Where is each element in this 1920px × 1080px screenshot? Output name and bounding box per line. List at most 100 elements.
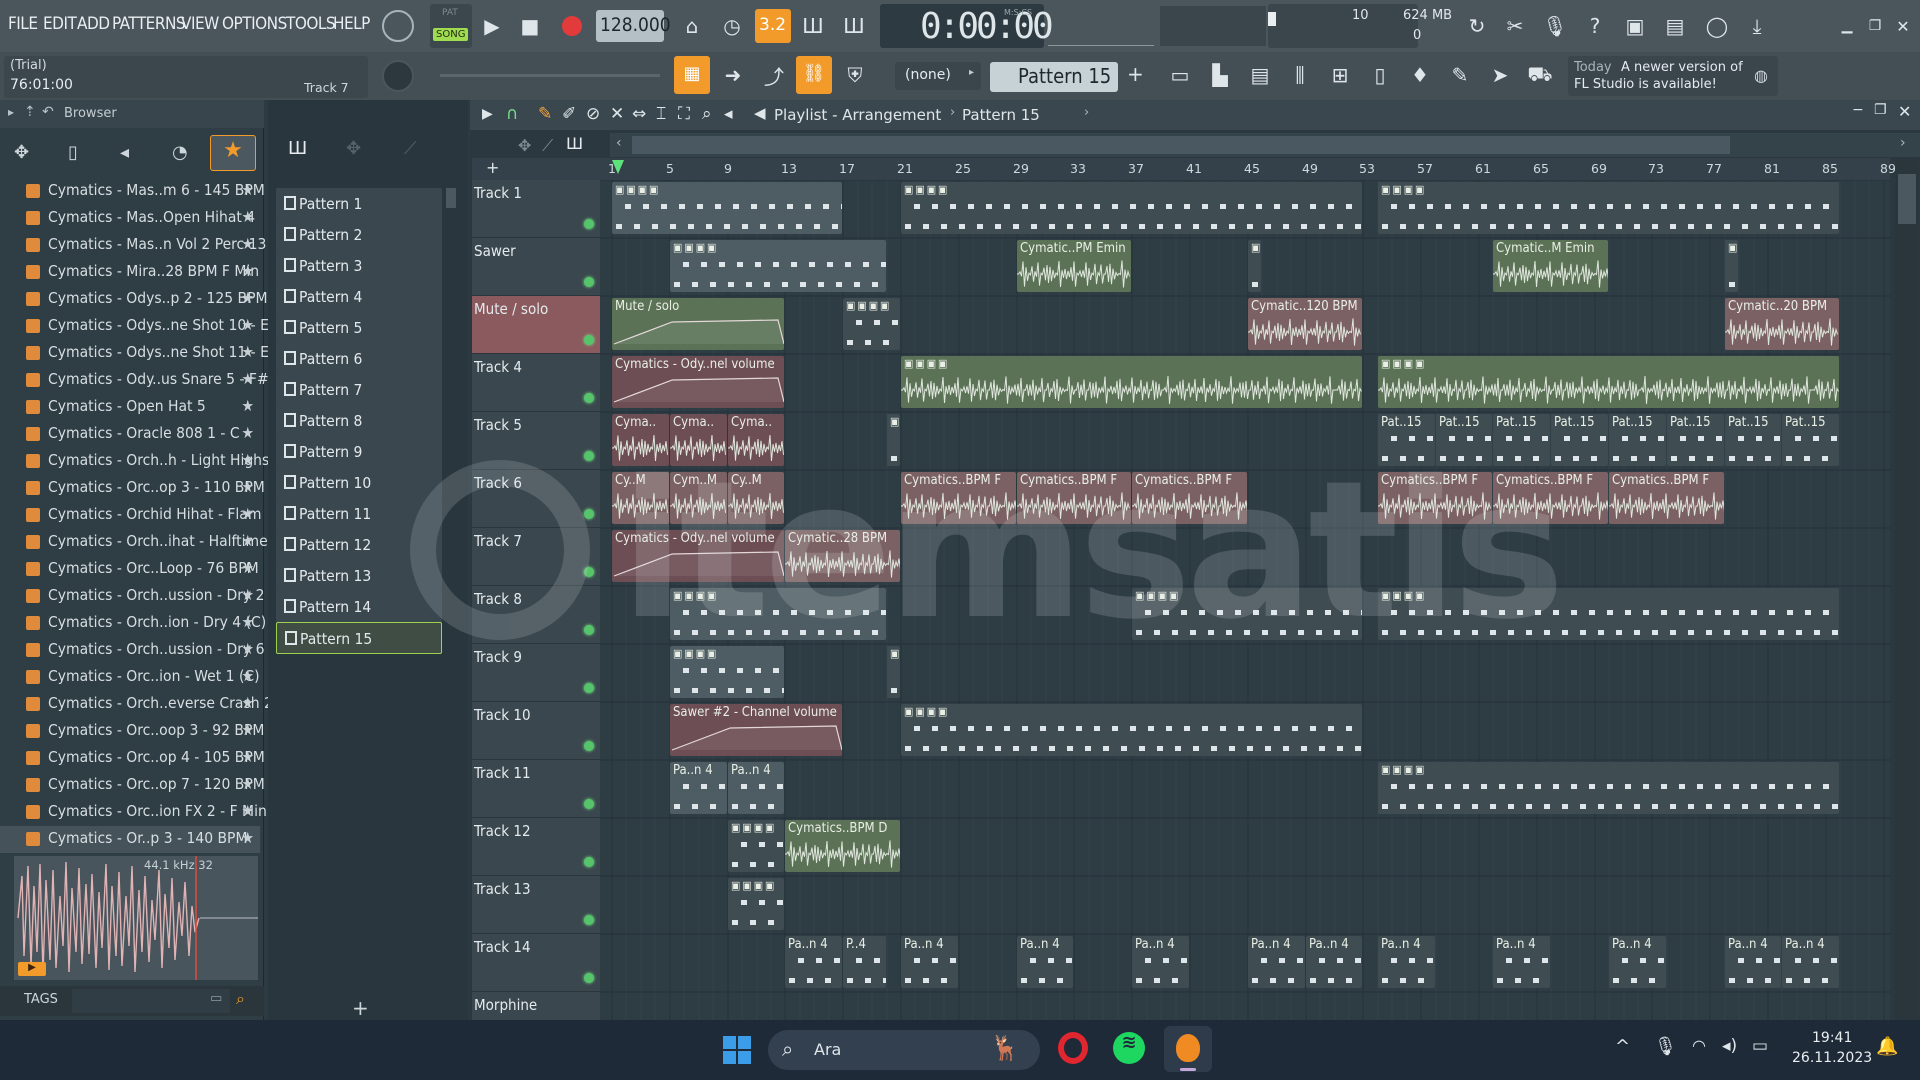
audio-clip[interactable]: Cymatics..BPM F	[1609, 472, 1724, 524]
timeline-ruler[interactable]: 1 5 9 13 17 21 25 29 33 37 41 45 49 53 57 61 65 69 73 77 81 8…	[600, 158, 1896, 180]
audio-clip[interactable]: Cymatic..20 BPM	[1725, 298, 1839, 350]
pattern-clip[interactable]: Pat..15	[1667, 414, 1724, 466]
star-icon[interactable]: ★	[241, 343, 254, 361]
audio-clip[interactable]: Cymatics..BPM F	[901, 472, 1016, 524]
pattern-item[interactable]: Pattern 7	[276, 374, 442, 406]
master-volume-knob[interactable]	[382, 10, 414, 42]
automation-clip[interactable]: Sawer #2 - Channel volume	[670, 704, 842, 756]
star-icon[interactable]: ★	[241, 478, 254, 496]
track-mute-led[interactable]	[584, 799, 594, 809]
track-header[interactable]: Track 13	[472, 876, 600, 934]
chat-icon[interactable]: ◯	[1700, 9, 1734, 43]
pattern-clip[interactable]: ▣▣▣▣	[901, 704, 1362, 756]
pattern-clip[interactable]: Pa..n 4	[1378, 936, 1435, 988]
news-panel[interactable]: Today A newer version of FL Studio is av…	[1568, 56, 1778, 96]
audio-clip[interactable]: Cymatics..BPM F	[1493, 472, 1608, 524]
stop-button[interactable]: ■	[513, 9, 547, 43]
blend-notes-icon[interactable]: Ш	[796, 9, 830, 43]
magnet-icon[interactable]: ∩	[506, 104, 518, 124]
pattern-clip[interactable]: Pa..n 4	[1306, 936, 1362, 988]
browser-item[interactable]: Cymatics - Oracle 808 1 - C ★	[0, 421, 260, 448]
track-header[interactable]: Track 9	[472, 644, 600, 702]
pattern-clip[interactable]: Pa..n 4	[728, 762, 784, 814]
browser-item[interactable]: Cymatics - Orc..ion - Wet 1 (C) ★	[0, 664, 260, 691]
pattern-clip[interactable]: ▣▣▣▣	[1248, 240, 1261, 292]
microphone-icon[interactable]: 🎙	[1654, 1036, 1677, 1057]
clock-time[interactable]: 19:41	[1812, 1030, 1852, 1046]
mixer-icon[interactable]: ⫼	[1283, 58, 1317, 92]
browser-item[interactable]: Cymatics - Or..p 3 - 140 BPM ★	[0, 826, 260, 853]
browser-item[interactable]: Cymatics - Ody..us Snare 5 - F# ★	[0, 367, 269, 394]
pattern-clip[interactable]: Pat..15	[1493, 414, 1550, 466]
search-icon[interactable]: ⌕	[236, 989, 245, 1009]
track-mute-led[interactable]	[584, 509, 594, 519]
pattern-clip[interactable]: Pat..15	[1725, 414, 1781, 466]
add-pattern-button[interactable]: +	[1127, 62, 1145, 92]
star-icon[interactable]: ★	[241, 316, 254, 334]
fl-studio-taskbar-icon[interactable]	[1164, 1026, 1212, 1072]
audio-clip[interactable]: Cymatics..BPM F	[1132, 472, 1247, 524]
track-header[interactable]: Track 5	[472, 412, 600, 470]
browser-item[interactable]: Cymatics - Odys..ne Shot 11 - E ★	[0, 340, 269, 367]
channel-mode-icon[interactable]: ⟋	[542, 136, 553, 156]
star-icon[interactable]: ★	[241, 370, 254, 388]
automation-clip[interactable]: Cymatics - Ody..nel volume	[612, 356, 784, 408]
browser-item[interactable]: Cymatics - Mira..28 BPM F Min ★	[0, 259, 260, 286]
pattern-item[interactable]: Pattern 10	[276, 467, 442, 499]
loop-record-icon[interactable]: Ш	[837, 9, 871, 43]
track-mute-led[interactable]	[584, 277, 594, 287]
pattern-clip[interactable]: ▣▣▣▣	[1378, 588, 1839, 640]
browser-item[interactable]: Cymatics - Orch..ussion - Dry 6 ★	[0, 637, 265, 664]
menu-edit[interactable]: EDIT	[43, 14, 77, 34]
track-mute-led[interactable]	[584, 973, 594, 983]
piano-roll-button[interactable]: ▦	[674, 56, 710, 94]
pattern-item[interactable]: Pattern 4	[276, 281, 442, 313]
pattern-item[interactable]: Pattern 3	[276, 250, 442, 282]
record-button[interactable]	[555, 9, 589, 43]
volume-icon[interactable]: ◂)	[1722, 1036, 1737, 1056]
star-icon[interactable]: ★	[241, 208, 254, 226]
pattern-clip[interactable]: Pa..n 4	[1609, 936, 1666, 988]
delete-icon[interactable]: ⊘	[586, 104, 600, 124]
pattern-clip[interactable]: Pa..n 4	[1782, 936, 1839, 988]
pencil-icon[interactable]: ✎	[538, 104, 552, 124]
track-mute-led[interactable]	[584, 567, 594, 577]
pattern-selector[interactable]: Pattern 15	[990, 62, 1118, 92]
stamp-icon[interactable]: ⛨	[838, 58, 872, 92]
browser-item[interactable]: Cymatics - Mas..Open Hihat 4 ★	[0, 205, 260, 232]
audio-clip[interactable]: Cymatics..BPM F	[1378, 472, 1492, 524]
scroll-right-icon[interactable]: ›	[1900, 135, 1906, 151]
star-icon[interactable]: ★	[241, 451, 254, 469]
scroll-left-icon[interactable]: ‹	[616, 135, 622, 151]
menu-view[interactable]: VIEW	[181, 14, 219, 34]
track-mute-led[interactable]	[584, 219, 594, 229]
audio-clip[interactable]: Cymatic..PM Emin	[1017, 240, 1131, 292]
plugin-icon[interactable]: ♦	[1403, 58, 1437, 92]
track-mute-led[interactable]	[584, 335, 594, 345]
track-mute-led[interactable]	[584, 915, 594, 925]
pattern-item[interactable]: Pattern 2	[276, 219, 442, 251]
pattern-clip[interactable]: Pa..n 4	[901, 936, 958, 988]
taskbar-search[interactable]: ⌕ Ara 🦌	[768, 1030, 1040, 1070]
favorites-tab-icon[interactable]: ★	[210, 135, 256, 171]
menu-file[interactable]: FILE	[8, 14, 38, 34]
cut-icon[interactable]: ✂	[1498, 9, 1532, 43]
star-icon[interactable]: ★	[241, 802, 254, 820]
pattern-clip[interactable]: Pa..n 4	[1132, 936, 1189, 988]
track-header[interactable]: Track 12	[472, 818, 600, 876]
pattern-clip[interactable]: ▣▣▣▣	[1378, 182, 1839, 234]
save-icon[interactable]: ▣	[1618, 9, 1652, 43]
pattern-clip[interactable]: Pat..15	[1609, 414, 1666, 466]
notification-icon[interactable]: 🔔	[1876, 1036, 1898, 1057]
track-mute-led[interactable]	[584, 393, 594, 403]
metronome-icon[interactable]: ⌂	[675, 9, 709, 43]
minimize-icon[interactable]: −	[1852, 102, 1864, 118]
track-header[interactable]: Track 10	[472, 702, 600, 760]
star-icon[interactable]: ★	[241, 559, 254, 577]
pattern-clip[interactable]: P..4	[843, 936, 886, 988]
vertical-scroll-thumb[interactable]	[1898, 174, 1916, 224]
star-icon[interactable]: ★	[241, 262, 254, 280]
pattern-item[interactable]: Pattern 1	[276, 188, 442, 220]
wait-input-icon[interactable]: ◷	[715, 9, 749, 43]
mute-icon[interactable]: ✕	[610, 104, 624, 124]
